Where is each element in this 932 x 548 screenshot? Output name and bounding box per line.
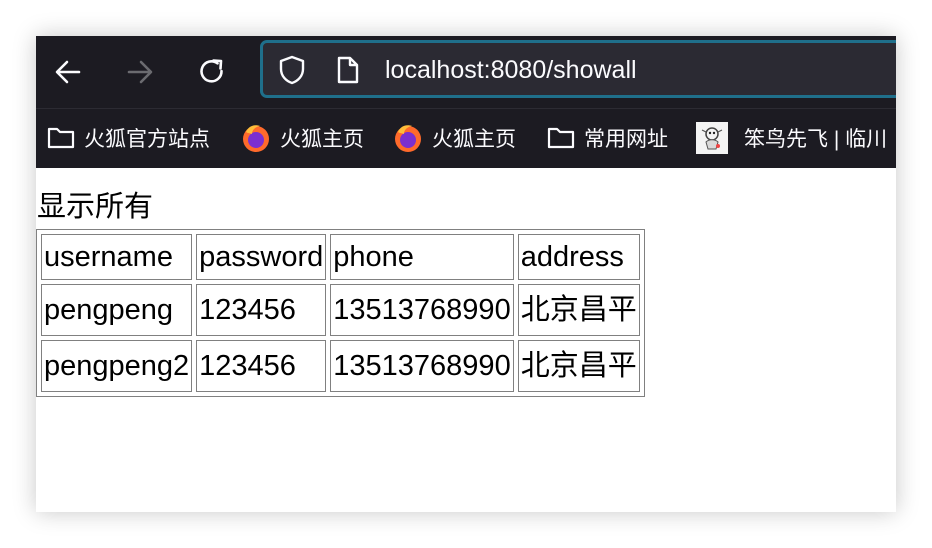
bookmark-item[interactable]: 火狐主页 xyxy=(392,123,516,153)
bookmark-item[interactable]: 火狐官方站点 xyxy=(46,123,210,153)
table-header-cell: phone xyxy=(330,234,514,280)
back-button[interactable] xyxy=(46,50,90,94)
bookmark-label: 常用网址 xyxy=(584,128,668,151)
folder-icon xyxy=(46,125,76,151)
bookmark-label: 火狐主页 xyxy=(432,128,516,151)
table-header-cell: address xyxy=(517,234,640,280)
page-title: 显示所有 xyxy=(37,191,154,223)
nav-toolbar: localhost:8080/showall xyxy=(36,36,896,108)
bookmark-item[interactable]: 笨鸟先飞 | 临川 xyxy=(696,122,888,154)
table-cell: 13513768990 xyxy=(330,340,514,392)
bookmark-item[interactable]: 常用网址 xyxy=(546,123,668,153)
table-row: pengpeng2 123456 13513768990 北京昌平 xyxy=(41,340,640,392)
reload-button[interactable] xyxy=(190,50,234,94)
forward-arrow-icon xyxy=(127,60,153,84)
bookmark-item[interactable]: 火狐主页 xyxy=(240,123,364,153)
reload-icon xyxy=(200,59,223,83)
folder-icon xyxy=(546,125,576,151)
table-cell: pengpeng xyxy=(41,284,193,336)
table-cell: 13513768990 xyxy=(330,284,514,336)
back-arrow-icon xyxy=(55,60,81,84)
table-cell: pengpeng2 xyxy=(41,340,193,392)
table-cell: 123456 xyxy=(196,340,327,392)
users-table: username password phone address pengpeng… xyxy=(36,229,645,397)
firefox-icon xyxy=(392,122,424,154)
bookmark-label: 笨鸟先飞 | 临川 xyxy=(744,128,888,151)
bookmark-label: 火狐官方站点 xyxy=(84,128,210,151)
table-cell: 123456 xyxy=(196,284,327,336)
table-header-cell: password xyxy=(196,234,327,280)
firefox-icon xyxy=(240,122,272,154)
shield-icon[interactable] xyxy=(277,54,307,86)
url-bar[interactable]: localhost:8080/showall xyxy=(260,40,896,98)
table-header-cell: username xyxy=(41,234,193,280)
url-text[interactable]: localhost:8080/showall xyxy=(385,56,637,85)
bookmarks-toolbar: 火狐官方站点 火狐主页 火狐主页 常用网址 笨鸟先飞 | 临川 xyxy=(36,108,896,168)
table-cell: 北京昌平 xyxy=(517,340,640,392)
table-cell: 北京昌平 xyxy=(517,284,640,336)
bird-favicon xyxy=(696,122,728,154)
forward-button[interactable] xyxy=(118,50,162,94)
table-header-row: username password phone address xyxy=(41,234,640,280)
page-content: 显示所有 username password phone address pen… xyxy=(36,168,896,512)
browser-window: localhost:8080/showall 火狐官方站点 火狐主页 火狐主页 … xyxy=(36,36,896,512)
bookmark-label: 火狐主页 xyxy=(280,128,364,151)
table-row: pengpeng 123456 13513768990 北京昌平 xyxy=(41,284,640,336)
page-info-icon[interactable] xyxy=(335,55,361,85)
